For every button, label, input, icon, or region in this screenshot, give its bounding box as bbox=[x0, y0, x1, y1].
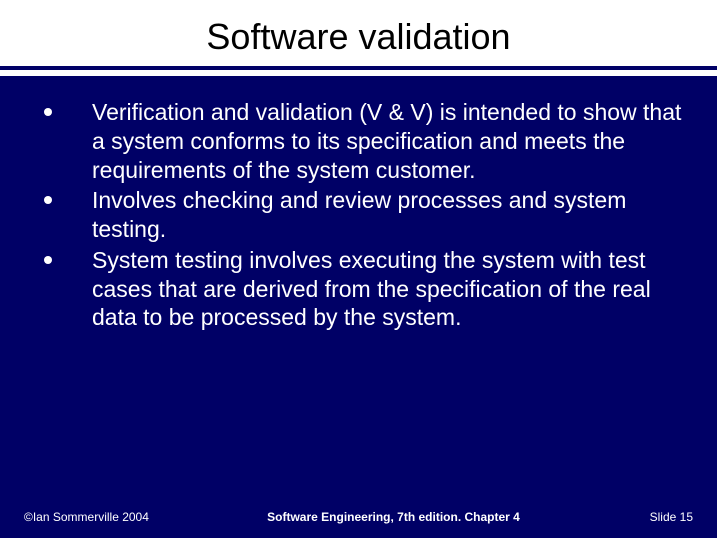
list-item: System testing involves executing the sy… bbox=[30, 246, 687, 332]
bullet-icon bbox=[44, 256, 52, 264]
slide-footer: ©Ian Sommerville 2004 Software Engineeri… bbox=[0, 510, 717, 524]
bullet-list: Verification and validation (V & V) is i… bbox=[30, 98, 687, 332]
slide-title: Software validation bbox=[0, 0, 717, 66]
bullet-text: Verification and validation (V & V) is i… bbox=[92, 99, 681, 183]
bullet-icon bbox=[44, 196, 52, 204]
bullet-icon bbox=[44, 108, 52, 116]
list-item: Involves checking and review processes a… bbox=[30, 186, 687, 244]
bullet-text: Involves checking and review processes a… bbox=[92, 187, 626, 242]
footer-copyright: ©Ian Sommerville 2004 bbox=[24, 510, 174, 524]
list-item: Verification and validation (V & V) is i… bbox=[30, 98, 687, 184]
footer-slide-number: Slide 15 bbox=[613, 510, 693, 524]
slide-body: Verification and validation (V & V) is i… bbox=[0, 76, 717, 332]
slide: Software validation Verification and val… bbox=[0, 0, 717, 538]
bullet-text: System testing involves executing the sy… bbox=[92, 247, 651, 331]
footer-chapter: Software Engineering, 7th edition. Chapt… bbox=[174, 510, 613, 524]
